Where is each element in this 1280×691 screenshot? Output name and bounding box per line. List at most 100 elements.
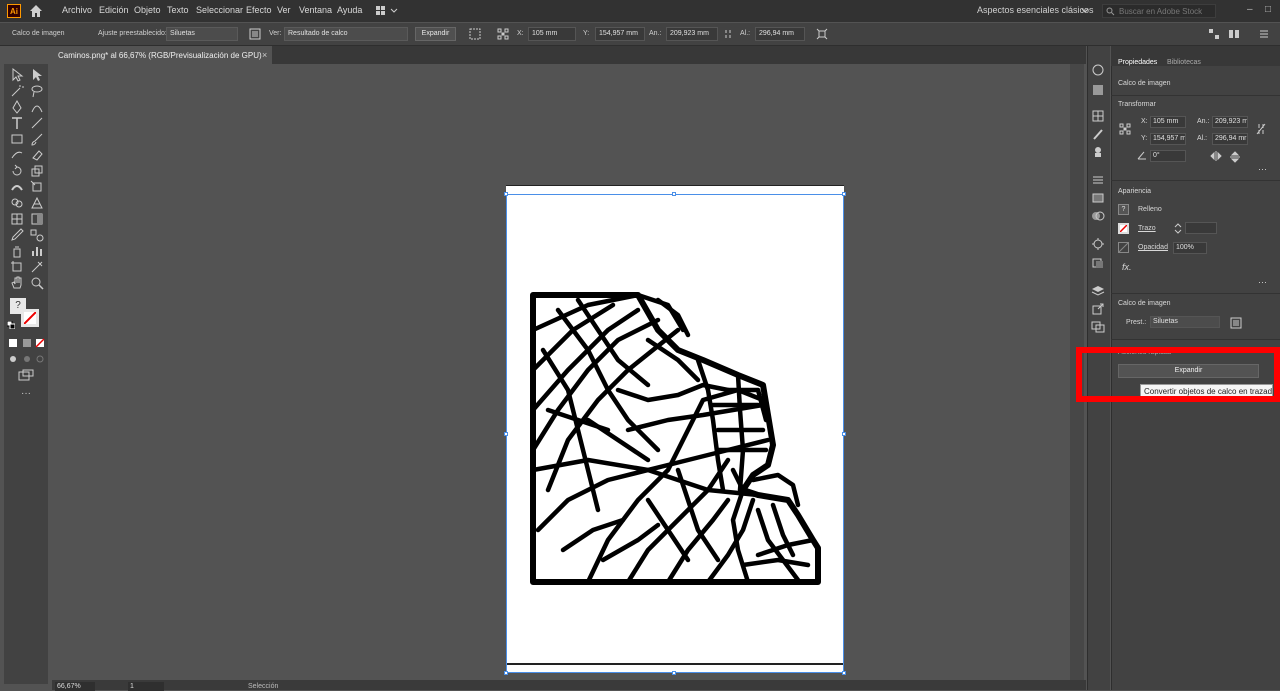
width-tool-icon[interactable] [10,180,24,194]
eyedropper-tool-icon[interactable] [10,228,24,242]
link-icon[interactable] [722,28,734,40]
shaper-tool-icon[interactable] [10,148,24,162]
direct-selection-tool-icon[interactable] [30,68,44,82]
stroke-label[interactable]: Trazo [1138,225,1156,232]
home-icon[interactable] [28,3,44,19]
rectangle-tool-icon[interactable] [10,132,24,146]
resize-handle[interactable] [672,192,676,196]
line-tool-icon[interactable] [30,116,44,130]
menu-objeto[interactable]: Objeto [134,5,161,15]
resize-handle[interactable] [842,671,846,675]
rotate-tool-icon[interactable] [10,164,24,178]
more-options-icon[interactable]: ··· [1258,277,1267,287]
brushes-panel-icon[interactable] [1091,128,1105,140]
arrange-documents-icon[interactable] [375,5,399,17]
hand-tool-icon[interactable] [10,276,24,290]
reference-point-icon[interactable] [1119,123,1131,135]
slice-tool-icon[interactable] [30,260,44,274]
arrange-icon[interactable] [1208,28,1220,40]
draw-behind-icon[interactable] [22,354,32,364]
edit-toolbar-icon[interactable]: ··· [21,388,31,399]
selection-tool-icon[interactable] [10,68,24,82]
paintbrush-tool-icon[interactable] [30,132,44,146]
reference-point-icon[interactable] [497,28,509,40]
stroke-panel-icon[interactable] [1091,174,1105,186]
menu-efecto[interactable]: Efecto [246,5,272,15]
resize-handle[interactable] [504,432,508,436]
gradient-swatch-icon[interactable] [1091,192,1105,204]
screen-mode-icon[interactable] [18,369,34,381]
y-input[interactable]: 154,957 mm [595,27,645,41]
column-graph-tool-icon[interactable] [30,244,44,258]
gradient-tool-icon[interactable] [30,212,44,226]
lasso-tool-icon[interactable] [30,84,44,98]
x-input[interactable]: 105 mm [1150,116,1186,128]
stroke-weight-input[interactable] [1185,222,1217,234]
transparency-panel-icon[interactable] [1091,210,1105,222]
expand-button-control[interactable]: Expandir [415,27,456,41]
shape-builder-tool-icon[interactable] [10,196,24,210]
gradient-panel-icon[interactable] [1091,84,1105,96]
zoom-tool-icon[interactable] [30,276,44,290]
export-icon[interactable] [1091,303,1105,315]
menu-ayuda[interactable]: Ayuda [337,5,362,15]
window-minimize-button[interactable]: – [1247,4,1253,15]
image-trace-panel-icon[interactable] [1230,317,1242,329]
resize-handle[interactable] [672,671,676,675]
menu-ver[interactable]: Ver [277,5,291,15]
window-maximize-button[interactable]: □ [1265,4,1271,15]
none-mode-icon[interactable] [35,338,45,348]
opacity-label[interactable]: Opacidad [1138,244,1168,251]
type-tool-icon[interactable] [10,116,24,130]
close-tab-button[interactable]: × [262,50,267,60]
width-input[interactable]: 209,923 mr [1212,116,1248,128]
curvature-tool-icon[interactable] [30,100,44,114]
panel-options-icon[interactable] [1228,28,1240,40]
width-input[interactable]: 209,923 mm [666,27,718,41]
workspace-switcher[interactable]: Aspectos esenciales clásicos [977,5,1094,15]
draw-normal-icon[interactable] [8,354,18,364]
height-input[interactable]: 296,94 mm [755,27,805,41]
artboards-panel-icon[interactable] [1091,321,1105,333]
preset-select[interactable]: Siluetas [166,27,238,41]
free-transform-tool-icon[interactable] [30,180,44,194]
menu-edicion[interactable]: Edición [99,5,129,15]
opacity-input[interactable]: 100% [1173,242,1207,254]
rotate-angle-select[interactable]: 0° [1150,150,1186,162]
stroke-swatch[interactable] [21,309,39,327]
scale-tool-icon[interactable] [30,164,44,178]
resize-handle[interactable] [842,192,846,196]
fill-swatch[interactable]: ? [1118,204,1129,215]
stock-search-input[interactable]: Buscar en Adobe Stock [1102,4,1216,18]
color-guide-icon[interactable] [1091,64,1105,76]
flip-horizontal-icon[interactable] [1210,151,1222,161]
resize-handle[interactable] [504,192,508,196]
flip-vertical-icon[interactable] [1230,151,1240,163]
trace-panel-icon[interactable] [249,28,261,40]
default-colors-icon[interactable] [7,321,15,329]
perspective-grid-tool-icon[interactable] [30,196,44,210]
menu-seleccionar[interactable]: Seleccionar [196,5,243,15]
view-select[interactable]: Resultado de calco [284,27,408,41]
stroke-swatch[interactable] [1118,223,1129,234]
tab-bibliotecas[interactable]: Bibliotecas [1167,59,1201,66]
gradient-mode-icon[interactable] [22,338,32,348]
menu-ventana[interactable]: Ventana [299,5,332,15]
constrain-proportions-icon[interactable] [1255,122,1267,136]
stroke-weight-stepper[interactable] [1173,222,1183,235]
resize-handle[interactable] [504,671,508,675]
color-mode-icon[interactable] [8,338,18,348]
menu-texto[interactable]: Texto [167,5,189,15]
align-icon[interactable] [469,28,481,40]
magic-wand-tool-icon[interactable] [10,84,24,98]
mesh-tool-icon[interactable] [10,212,24,226]
artboard-tool-icon[interactable] [10,260,24,274]
resize-handle[interactable] [842,432,846,436]
transform-icon[interactable] [816,28,828,40]
menu-icon[interactable] [1258,28,1270,40]
appearance-panel-icon[interactable] [1091,238,1105,250]
pen-tool-icon[interactable] [10,100,24,114]
layers-panel-icon[interactable] [1091,285,1105,297]
draw-inside-icon[interactable] [35,354,45,364]
symbols-panel-icon[interactable] [1091,146,1105,158]
